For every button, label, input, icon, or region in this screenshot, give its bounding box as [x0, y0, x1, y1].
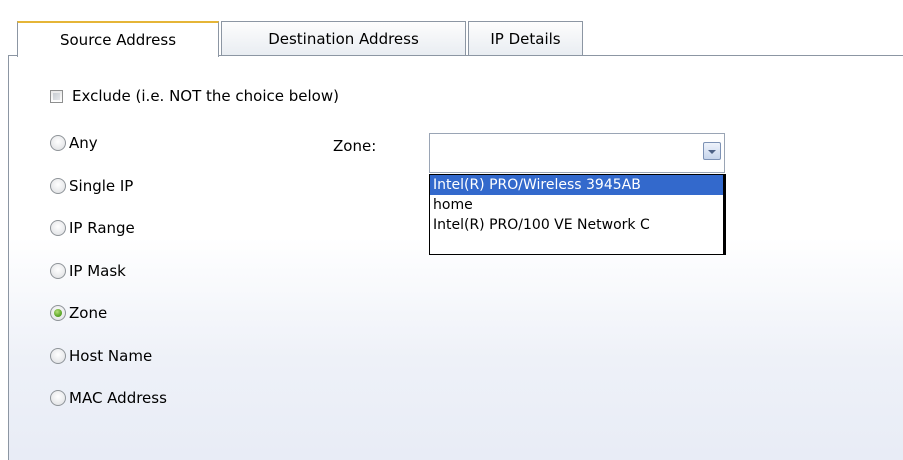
tab-ip-details[interactable]: IP Details — [468, 21, 583, 55]
tab-source-address[interactable]: Source Address — [17, 21, 219, 57]
zone-option[interactable]: home — [430, 195, 725, 215]
zone-option[interactable]: Intel(R) PRO/Wireless 3945AB — [430, 175, 725, 195]
exclude-checkbox[interactable] — [50, 89, 63, 103]
radio-button[interactable] — [50, 135, 66, 151]
radio-button[interactable] — [50, 390, 66, 406]
radio-ip-range[interactable]: IP Range — [50, 217, 135, 239]
radio-zone[interactable]: Zone — [50, 302, 107, 324]
zone-label: Zone: — [333, 137, 377, 155]
tab-bar: Source Address Destination Address IP De… — [17, 21, 903, 57]
radio-label: Any — [69, 134, 98, 152]
dropdown-arrow-button[interactable] — [703, 142, 721, 160]
radio-label: MAC Address — [69, 389, 167, 407]
radio-host-name[interactable]: Host Name — [50, 345, 152, 367]
chevron-down-icon — [708, 150, 716, 154]
radio-ip-mask[interactable]: IP Mask — [50, 260, 126, 282]
exclude-label: Exclude (i.e. NOT the choice below) — [72, 87, 339, 105]
radio-label: Zone — [69, 304, 108, 322]
zone-select[interactable] — [429, 133, 725, 173]
radio-any[interactable]: Any — [50, 132, 98, 154]
radio-single-ip[interactable]: Single IP — [50, 175, 133, 197]
radio-label: IP Range — [69, 219, 135, 237]
exclude-option[interactable]: Exclude (i.e. NOT the choice below) — [50, 86, 339, 106]
radio-button[interactable] — [50, 305, 66, 321]
radio-button[interactable] — [50, 263, 66, 279]
dropdown-edge — [723, 175, 725, 254]
radio-button[interactable] — [50, 348, 66, 364]
radio-label: Single IP — [69, 177, 134, 195]
radio-mac-address[interactable]: MAC Address — [50, 387, 167, 409]
radio-label: IP Mask — [69, 262, 126, 280]
tab-destination-address[interactable]: Destination Address — [221, 21, 466, 55]
radio-label: Host Name — [69, 347, 153, 365]
radio-button[interactable] — [50, 220, 66, 236]
zone-option[interactable]: Intel(R) PRO/100 VE Network C — [430, 215, 725, 235]
zone-dropdown-list: Intel(R) PRO/Wireless 3945AB home Intel(… — [429, 174, 726, 255]
radio-button[interactable] — [50, 178, 66, 194]
